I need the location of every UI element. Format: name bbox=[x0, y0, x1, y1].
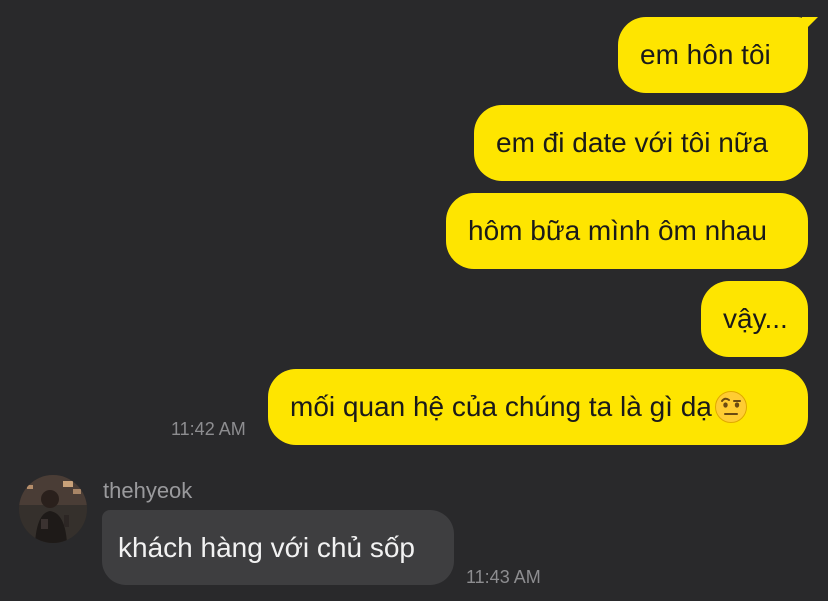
message-timestamp: 11:42 AM bbox=[171, 419, 246, 439]
outgoing-message[interactable]: vậy... bbox=[701, 281, 808, 357]
message-timestamp: 11:43 AM bbox=[466, 567, 541, 587]
incoming-message[interactable]: khách hàng với chủ sốp bbox=[102, 510, 454, 585]
outgoing-message[interactable]: hôm bữa mình ôm nhau bbox=[446, 193, 808, 269]
message-text: khách hàng với chủ sốp bbox=[118, 531, 415, 563]
chat-view: em hôn tôi em đi date với tôi nữa hôm bữ… bbox=[0, 0, 828, 601]
raised-eyebrow-emoji-icon bbox=[714, 391, 747, 423]
message-text: vậy... bbox=[723, 303, 788, 334]
message-text: em đi date với tôi nữa bbox=[496, 127, 769, 158]
message-text: em hôn tôi bbox=[640, 39, 771, 70]
outgoing-message[interactable]: mối quan hệ của chúng ta là gì dạ bbox=[268, 369, 808, 445]
sender-name: thehyeok bbox=[103, 478, 193, 503]
profile-photo-icon bbox=[19, 475, 87, 543]
bubble-tail bbox=[802, 17, 818, 33]
outgoing-message[interactable]: em hôn tôi bbox=[618, 17, 818, 93]
avatar[interactable] bbox=[19, 475, 87, 543]
message-text: mối quan hệ của chúng ta là gì dạ bbox=[290, 391, 712, 422]
outgoing-message[interactable]: em đi date với tôi nữa bbox=[474, 105, 808, 181]
message-text: hôm bữa mình ôm nhau bbox=[468, 215, 767, 246]
